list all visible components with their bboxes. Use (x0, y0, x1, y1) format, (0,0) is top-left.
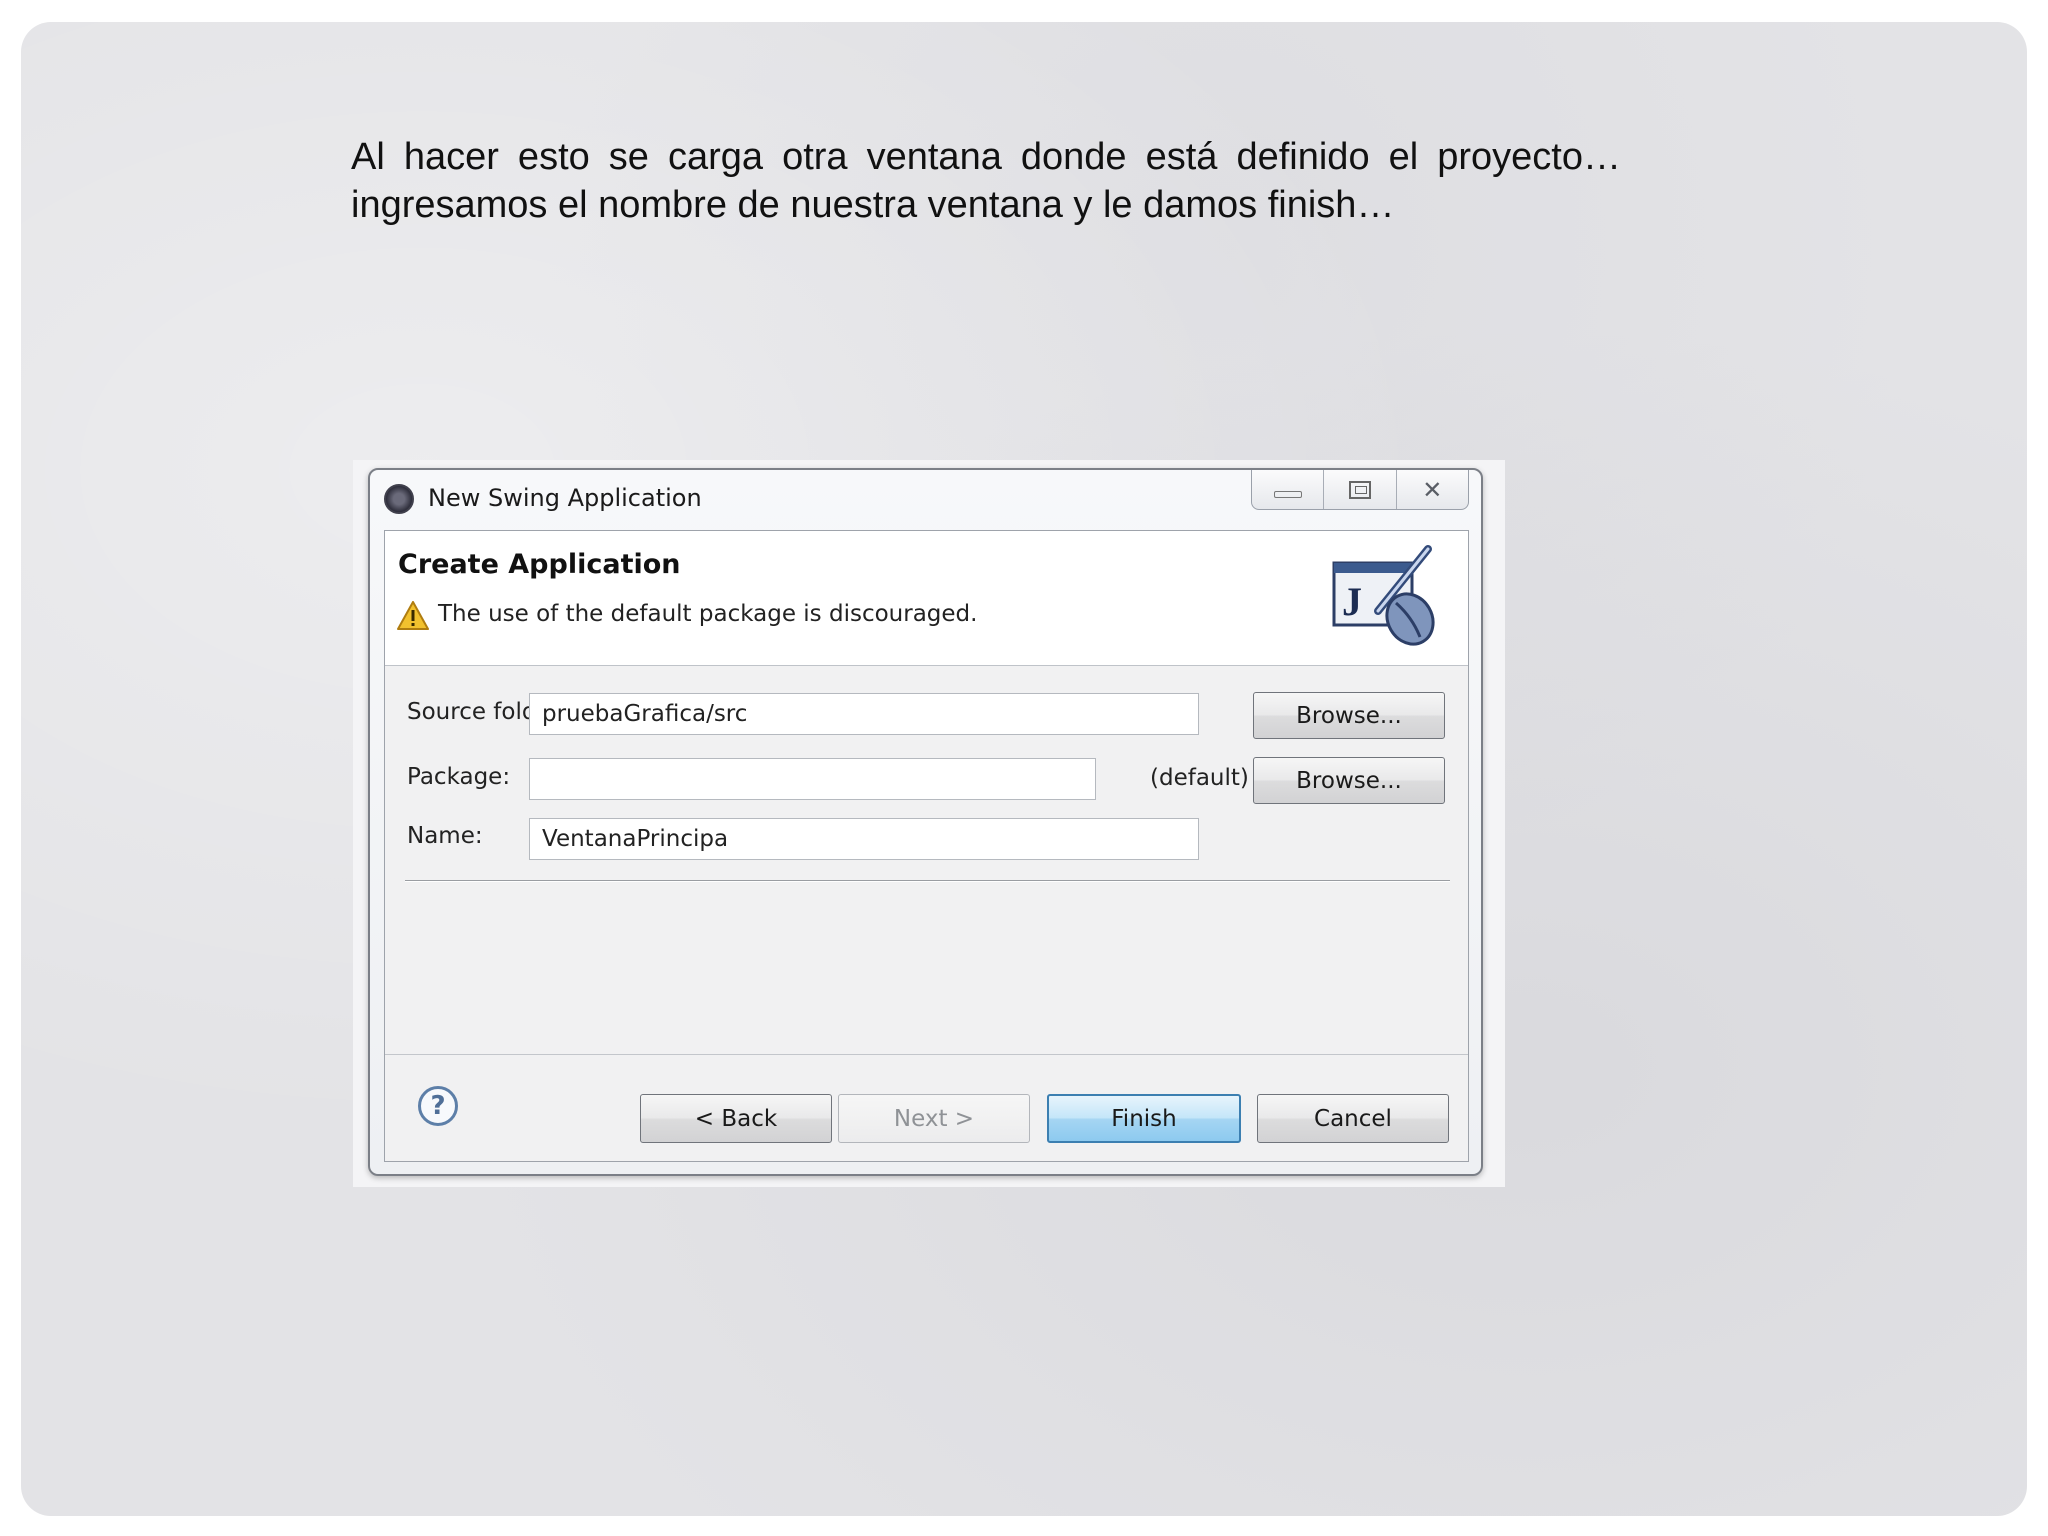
help-icon[interactable]: ? (418, 1086, 458, 1126)
window-title: New Swing Application (428, 484, 702, 512)
title-bar[interactable]: New Swing Application ✕ (370, 470, 1481, 530)
source-folder-input[interactable]: pruebaGrafica/src (529, 693, 1199, 735)
java-pen-icon: J (1332, 545, 1435, 646)
caption-line-2: ingresamos el nombre de nuestra ventana … (351, 184, 1395, 226)
eclipse-icon (384, 484, 414, 514)
close-button[interactable]: ✕ (1395, 470, 1468, 509)
maximize-button[interactable] (1323, 470, 1395, 509)
caption-line-1: Al hacer esto se carga otra ventana dond… (351, 136, 1621, 178)
button-bar-separator (385, 1054, 1468, 1055)
slide-caption: Al hacer esto se carga otra ventana dond… (351, 133, 1621, 229)
package-input[interactable] (529, 758, 1096, 800)
close-icon: ✕ (1422, 475, 1443, 504)
svg-text:J: J (1342, 579, 1362, 624)
warning-icon (397, 601, 429, 630)
back-button[interactable]: < Back (640, 1094, 832, 1143)
window-controls: ✕ (1251, 470, 1469, 510)
banner-title: Create Application (398, 549, 681, 580)
dialog-client-area: Create Application The use of the defaul… (384, 530, 1469, 1162)
wizard-banner: Create Application The use of the defaul… (385, 531, 1468, 666)
next-button[interactable]: Next > (838, 1094, 1030, 1143)
finish-button[interactable]: Finish (1047, 1094, 1241, 1143)
dialog-screenshot: New Swing Application ✕ Create Applicati… (353, 460, 1505, 1187)
browse-source-folder-button[interactable]: Browse... (1253, 692, 1445, 739)
form-separator (405, 880, 1450, 882)
maximize-icon (1348, 480, 1371, 499)
package-default-label: (default) (1150, 765, 1249, 791)
cancel-button[interactable]: Cancel (1257, 1094, 1449, 1143)
minimize-icon (1273, 491, 1302, 498)
minimize-button[interactable] (1252, 470, 1323, 509)
new-swing-application-dialog: New Swing Application ✕ Create Applicati… (368, 468, 1483, 1176)
browse-package-button[interactable]: Browse... (1253, 757, 1445, 804)
package-label: Package: (407, 764, 511, 790)
warning-message: The use of the default package is discou… (438, 601, 978, 627)
name-label: Name: (407, 823, 483, 849)
name-input[interactable]: VentanaPrincipa (529, 818, 1199, 860)
